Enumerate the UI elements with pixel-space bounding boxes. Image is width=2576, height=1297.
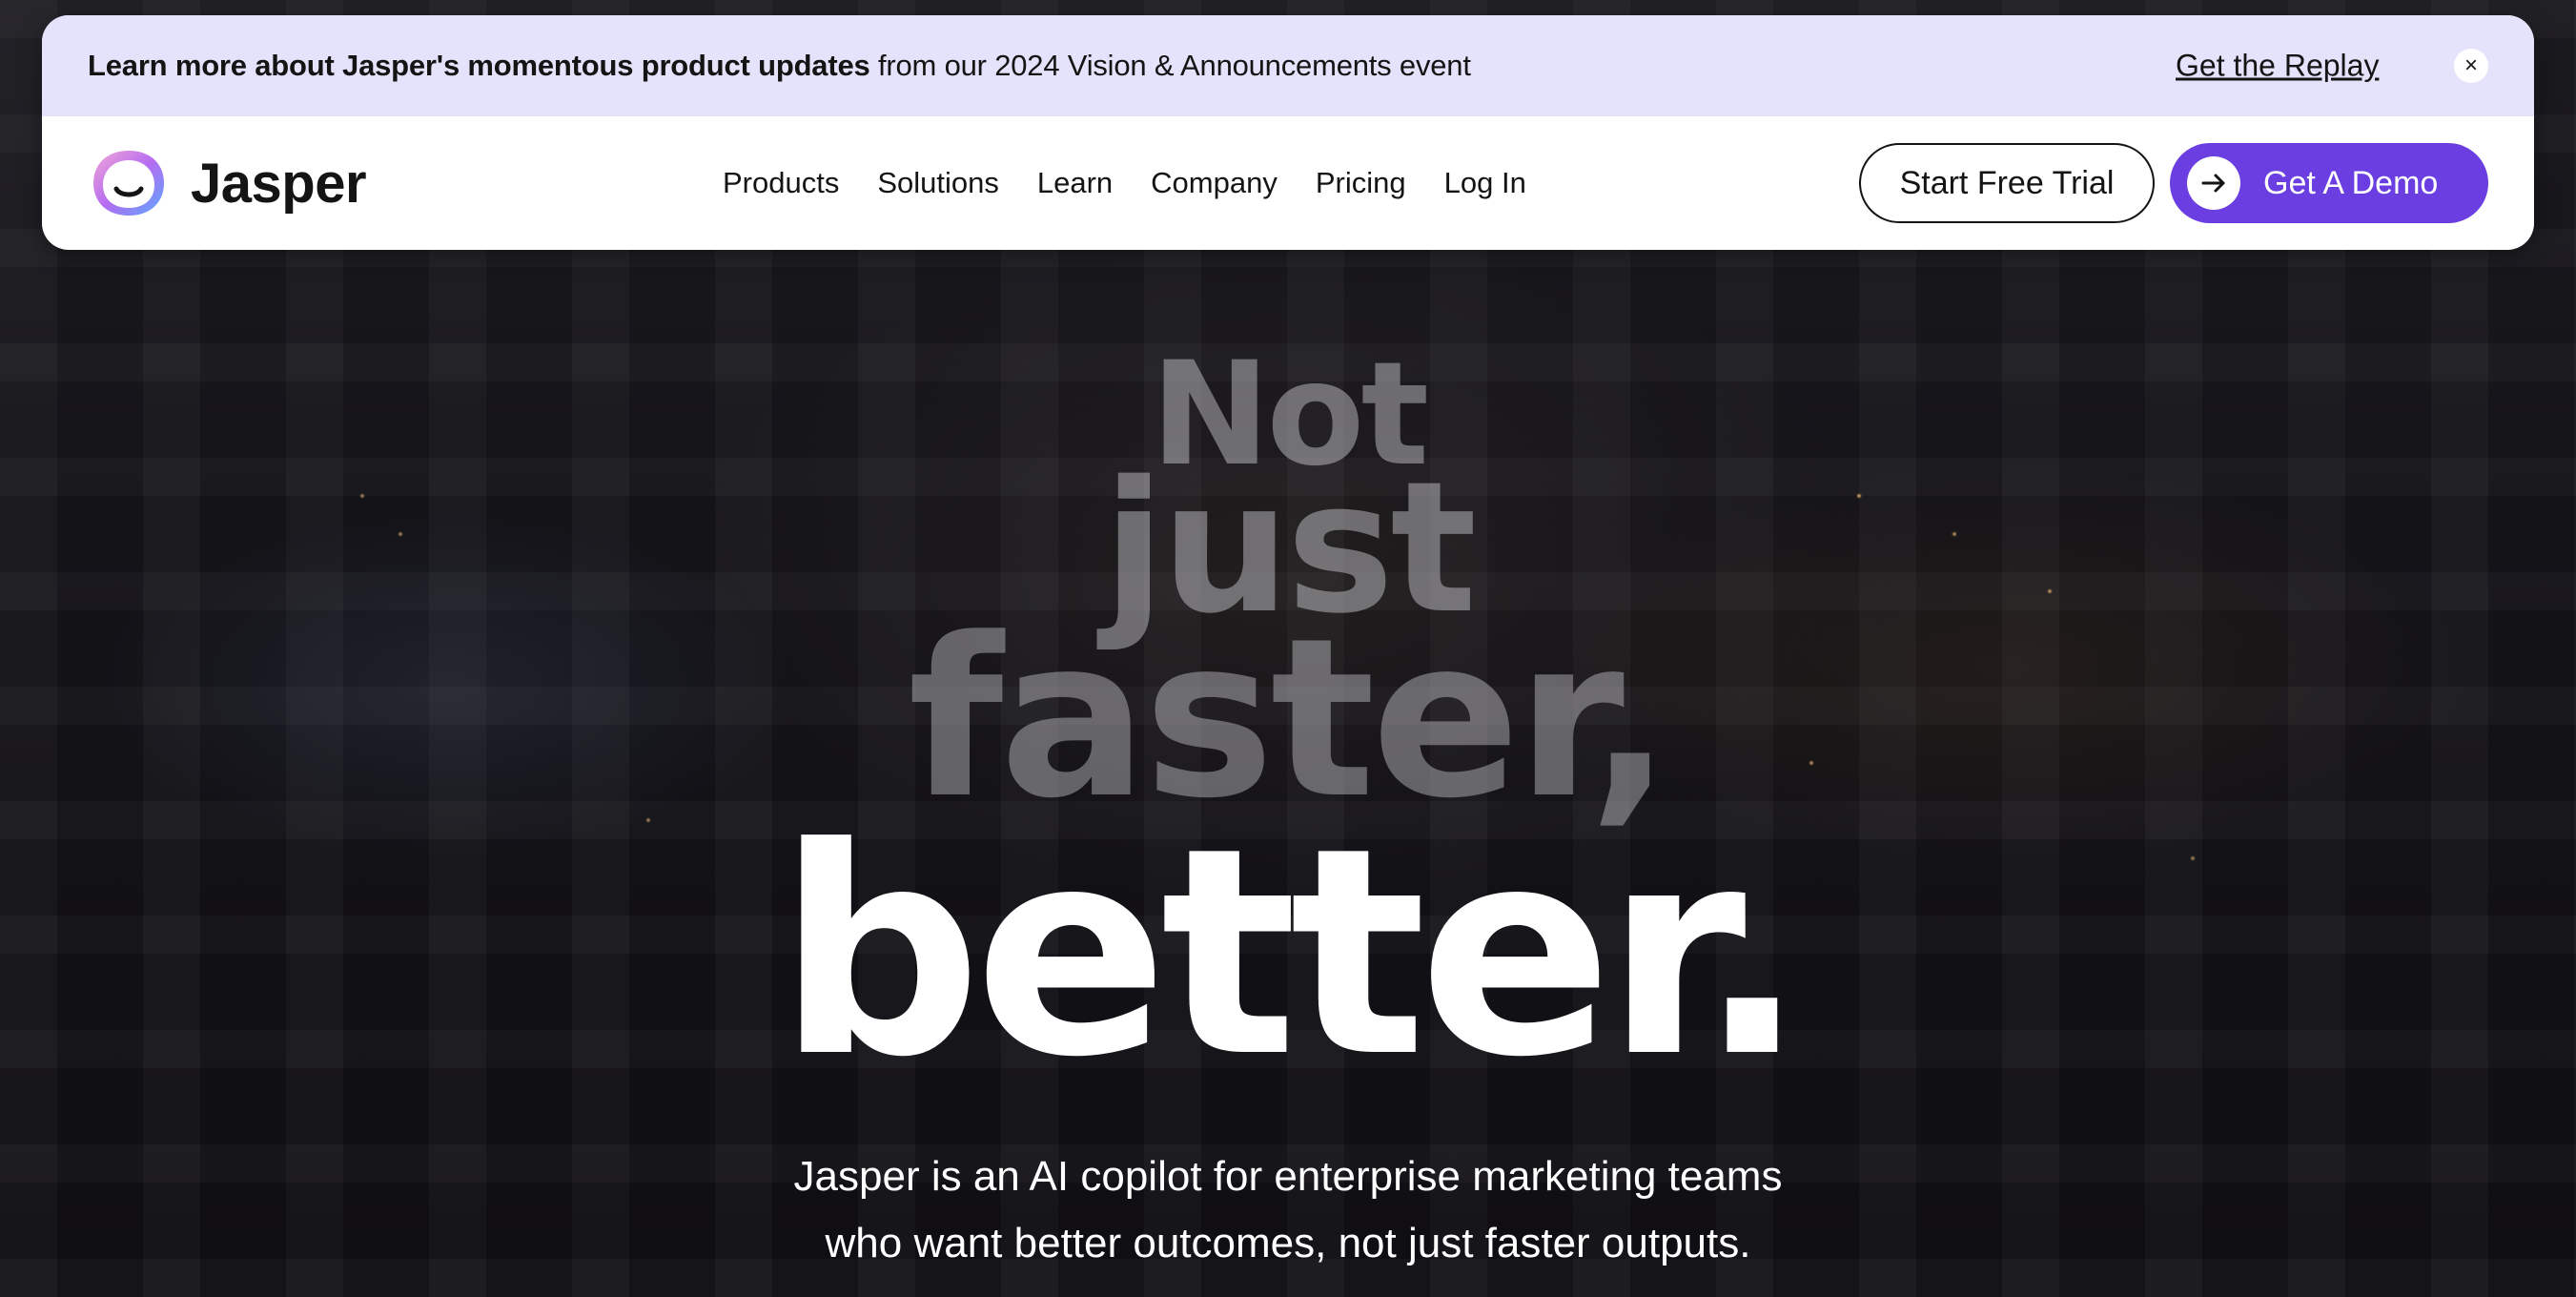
get-the-replay-link[interactable]: Get the Replay: [2176, 49, 2379, 84]
jasper-logo-icon: [93, 151, 164, 216]
nav-link-pricing[interactable]: Pricing: [1316, 166, 1406, 200]
start-free-trial-button[interactable]: Start Free Trial: [1859, 143, 2155, 223]
site-header: Learn more about Jasper's momentous prod…: [42, 15, 2534, 250]
hero-subtitle-line-2: who want better outcomes, not just faste…: [825, 1220, 1751, 1266]
announcement-bar: Learn more about Jasper's momentous prod…: [42, 15, 2534, 116]
brand-name: Jasper: [191, 152, 367, 215]
nav-link-company[interactable]: Company: [1151, 166, 1278, 200]
start-free-trial-label: Start Free Trial: [1899, 164, 2115, 201]
close-announcement-button[interactable]: ×: [2454, 49, 2488, 83]
jasper-logo[interactable]: Jasper: [88, 147, 367, 219]
announcement-rest-text: from our 2024 Vision & Announcements eve…: [869, 49, 1471, 82]
main-nav: Jasper Products Solutions Learn Company …: [42, 116, 2534, 250]
hero-line-better: better.: [777, 787, 1807, 1120]
nav-link-learn[interactable]: Learn: [1037, 166, 1113, 200]
get-a-demo-button[interactable]: Get A Demo: [2170, 143, 2488, 223]
nav-link-products[interactable]: Products: [723, 166, 839, 200]
nav-link-solutions[interactable]: Solutions: [877, 166, 999, 200]
announcement-text: Learn more about Jasper's momentous prod…: [88, 49, 1471, 83]
hero-subtitle-line-1: Jasper is an AI copilot for enterprise m…: [793, 1153, 1783, 1200]
nav-link-log-in[interactable]: Log In: [1444, 166, 1526, 200]
nav-links: Products Solutions Learn Company Pricing…: [723, 166, 1526, 200]
page: Learn more about Jasper's momentous prod…: [0, 0, 2576, 1297]
close-icon: ×: [2464, 52, 2478, 78]
arrow-right-icon-svg: [2201, 174, 2225, 193]
get-a-demo-label: Get A Demo: [2263, 164, 2439, 201]
announcement-bold-text: Learn more about Jasper's momentous prod…: [88, 49, 870, 82]
arrow-right-icon: [2187, 156, 2240, 210]
